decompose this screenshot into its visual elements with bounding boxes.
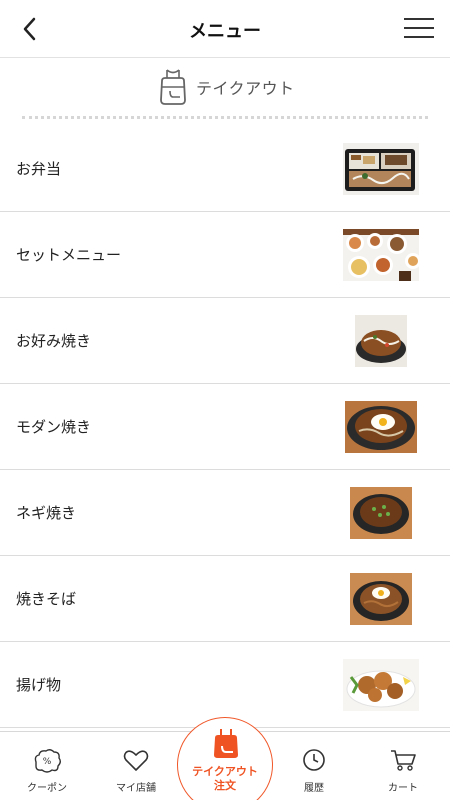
- app-header: メニュー: [0, 0, 450, 58]
- svg-text:%: %: [43, 757, 52, 767]
- menu-item-bento[interactable]: お弁当: [0, 126, 450, 212]
- negi-yaki-thumbnail: [350, 487, 412, 539]
- menu-item-label: セットメニュー: [16, 246, 122, 264]
- set-menu-thumbnail: [343, 229, 419, 281]
- menu-item-modern-yaki[interactable]: モダン焼き: [0, 384, 450, 470]
- okonomiyaki-thumbnail: [355, 315, 407, 367]
- menu-list: お弁当 セットメニュー お好み焼き モダン焼き ネギ焼き 焼きそば 揚げ物: [0, 126, 450, 728]
- takeout-order-label: テイクアウト 注文: [178, 765, 272, 793]
- dotted-divider: [22, 116, 428, 119]
- menu-item-label: モダン焼き: [16, 418, 92, 436]
- nav-history-label: 履歴: [304, 783, 324, 794]
- cart-icon: [391, 750, 416, 771]
- menu-item-okonomiyaki[interactable]: お好み焼き: [0, 298, 450, 384]
- clock-icon: [303, 749, 325, 771]
- section-title: テイクアウト: [196, 79, 295, 98]
- modern-yaki-thumbnail: [345, 401, 417, 453]
- yakisoba-thumbnail: [350, 573, 412, 625]
- takeout-order-label-line2: 注文: [214, 779, 236, 792]
- nav-history[interactable]: 履歴: [269, 732, 359, 800]
- menu-item-set-menu[interactable]: セットメニュー: [0, 212, 450, 298]
- takeout-order-button[interactable]: テイクアウト 注文: [177, 717, 273, 800]
- takeout-bag-order-icon: [214, 729, 238, 758]
- menu-item-fried-food[interactable]: 揚げ物: [0, 642, 450, 728]
- takeout-bag-icon: [160, 69, 186, 105]
- nav-cart-label: カート: [388, 783, 418, 794]
- nav-coupon[interactable]: % クーポン: [2, 732, 92, 800]
- menu-item-label: お弁当: [16, 160, 62, 178]
- hamburger-menu-icon: [404, 18, 434, 20]
- menu-item-label: ネギ焼き: [16, 504, 77, 522]
- bento-thumbnail: [343, 143, 419, 195]
- page-title: メニュー: [189, 21, 261, 42]
- menu-item-negi-yaki[interactable]: ネギ焼き: [0, 470, 450, 556]
- menu-button[interactable]: [404, 16, 434, 40]
- takeout-order-label-line1: テイクアウト: [192, 765, 258, 778]
- menu-item-yakisoba[interactable]: 焼きそば: [0, 556, 450, 642]
- nav-my-store-label: マイ店舗: [116, 783, 156, 794]
- nav-cart[interactable]: カート: [358, 732, 448, 800]
- coupon-icon: %: [34, 749, 61, 773]
- menu-item-label: 揚げ物: [16, 676, 62, 694]
- nav-my-store[interactable]: マイ店舗: [91, 732, 181, 800]
- menu-item-label: 焼きそば: [16, 590, 77, 608]
- fried-food-thumbnail: [343, 659, 419, 711]
- nav-coupon-label: クーポン: [27, 783, 67, 794]
- menu-item-label: お好み焼き: [16, 332, 92, 350]
- heart-icon: [123, 750, 149, 771]
- section-heading: テイクアウト: [0, 66, 450, 108]
